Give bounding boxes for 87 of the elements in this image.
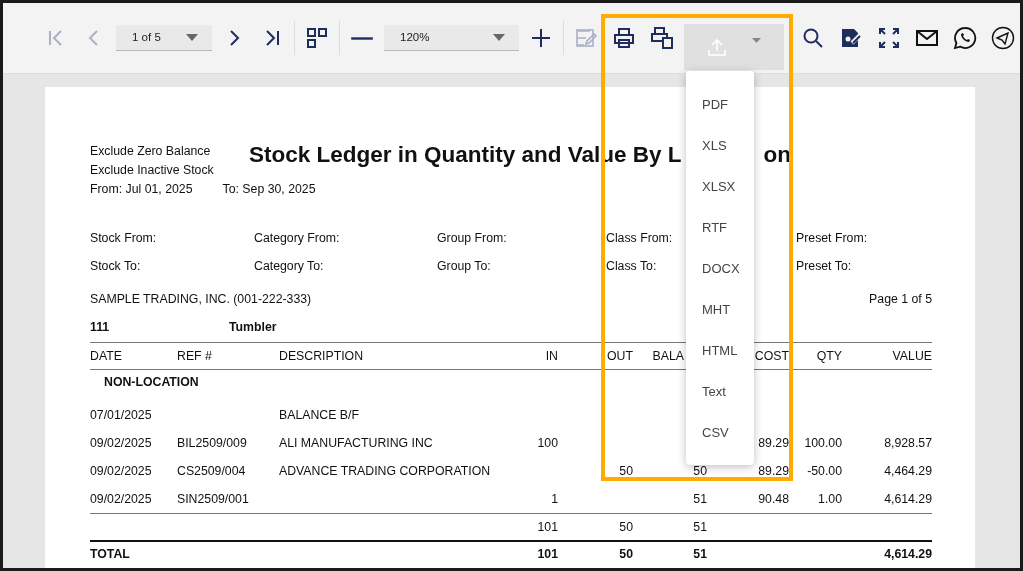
total-cell: 101 bbox=[537, 546, 558, 561]
send-icon bbox=[991, 26, 1015, 50]
period-text: To: Sep 30, 2025 bbox=[222, 181, 316, 198]
menu-item[interactable]: DOCX bbox=[686, 248, 754, 289]
table-cell: -50.00 bbox=[807, 464, 842, 479]
column-header: REF # bbox=[177, 348, 212, 363]
table-cell: SIN2509/001 bbox=[177, 492, 249, 507]
menu-item[interactable]: XLSX bbox=[686, 166, 754, 207]
filter-label: Class From: bbox=[606, 230, 673, 247]
table-cell: 1.00 bbox=[818, 492, 842, 507]
table-cell: BALANCE B/F bbox=[279, 408, 359, 423]
search-icon bbox=[801, 26, 825, 50]
table-cell: 09/02/2025 bbox=[90, 464, 152, 479]
filter-label: Stock From: bbox=[90, 230, 157, 247]
menu-item[interactable]: MHT bbox=[686, 289, 754, 330]
column-header: OUT bbox=[607, 348, 633, 363]
table-cell: 4,464.29 bbox=[884, 464, 932, 479]
caret-icon bbox=[752, 37, 762, 43]
filter-label: Category To: bbox=[254, 258, 324, 275]
column-header: DESCRIPTION bbox=[279, 348, 364, 363]
fullscreen-icon bbox=[877, 26, 901, 50]
table-cell: 4,614.29 bbox=[884, 492, 932, 507]
location-heading: NON-LOCATION bbox=[104, 375, 199, 389]
menu-item[interactable]: RTF bbox=[686, 207, 754, 248]
table-cell: 100 bbox=[537, 436, 558, 451]
multiple-pages-icon bbox=[305, 26, 329, 50]
table-cell: 50 bbox=[619, 464, 633, 479]
table-cell: 51 bbox=[693, 492, 707, 507]
table-cell: 50 bbox=[693, 464, 707, 479]
filter-label: Group To: bbox=[437, 258, 491, 275]
table-cell: 90.48 bbox=[758, 492, 789, 507]
period-text: From: Jul 01, 2025 bbox=[90, 181, 193, 198]
upload-icon bbox=[706, 37, 727, 57]
menu-item[interactable]: CSV bbox=[686, 412, 754, 453]
subtotal-cell: 51 bbox=[693, 519, 707, 534]
filter-label: Class To: bbox=[606, 258, 657, 275]
filter-label: Preset To: bbox=[796, 258, 852, 275]
table-cell: 8,928.57 bbox=[884, 436, 932, 451]
chat-bubble-icon bbox=[953, 26, 977, 50]
subtotal-cell: 50 bbox=[619, 519, 633, 534]
total-cell: TOTAL bbox=[90, 546, 130, 561]
report-title: on bbox=[763, 143, 792, 167]
subtotal-cell: 101 bbox=[537, 519, 558, 534]
plus-icon bbox=[529, 26, 553, 50]
table-cell: BIL2509/009 bbox=[177, 436, 247, 451]
menu-item[interactable]: HTML bbox=[686, 330, 754, 371]
total-cell: 4,614.29 bbox=[884, 546, 932, 561]
menu-item[interactable]: Text bbox=[686, 371, 754, 412]
edit-icon bbox=[574, 26, 598, 50]
table-cell: 1 bbox=[551, 492, 558, 507]
print-icon bbox=[612, 26, 636, 50]
company-name: SAMPLE TRADING, INC. (001-222-333) bbox=[90, 291, 312, 308]
form-icon bbox=[839, 26, 863, 50]
filter-label: Category From: bbox=[254, 230, 340, 247]
option-text: Exclude Zero Balance bbox=[90, 143, 212, 160]
table-cell: 09/02/2025 bbox=[90, 492, 152, 507]
table-cell: ALI MANUFACTURING INC bbox=[279, 436, 433, 451]
zoom-select[interactable]: 120% bbox=[384, 25, 519, 51]
minus-icon bbox=[350, 35, 374, 41]
caret-icon bbox=[186, 34, 198, 41]
item-code: 111 bbox=[90, 319, 111, 336]
filter-label: Stock To: bbox=[90, 258, 141, 275]
table-cell: 09/02/2025 bbox=[90, 436, 152, 451]
table-cell: CS2509/004 bbox=[177, 464, 246, 479]
table-cell: 07/01/2025 bbox=[90, 408, 152, 423]
column-header: BALA bbox=[652, 348, 684, 363]
column-header: IN bbox=[545, 348, 558, 363]
column-header: VALUE bbox=[892, 348, 932, 363]
total-cell: 50 bbox=[619, 546, 633, 561]
column-header: COST bbox=[754, 348, 789, 363]
table-cell: 89.29 bbox=[758, 464, 789, 479]
column-header: QTY bbox=[816, 348, 842, 363]
menu-item[interactable]: XLS bbox=[686, 125, 754, 166]
page-select[interactable]: 1 of 5 bbox=[116, 25, 212, 51]
caret-icon bbox=[493, 34, 505, 41]
column-header: DATE bbox=[90, 348, 122, 363]
menu-item[interactable]: PDF bbox=[686, 84, 754, 125]
page-number: Page 1 of 5 bbox=[869, 291, 932, 308]
filter-label: Group From: bbox=[437, 230, 507, 247]
total-cell: 51 bbox=[693, 546, 707, 561]
filter-label: Preset From: bbox=[796, 230, 868, 247]
table-cell: 100.00 bbox=[804, 436, 842, 451]
option-text: Exclude Inactive Stock bbox=[90, 162, 215, 179]
item-name: Tumbler bbox=[229, 319, 277, 336]
print-page-icon bbox=[650, 26, 674, 50]
table-cell: 89.29 bbox=[758, 436, 789, 451]
table-cell: ADVANCE TRADING CORPORATION bbox=[279, 464, 491, 479]
